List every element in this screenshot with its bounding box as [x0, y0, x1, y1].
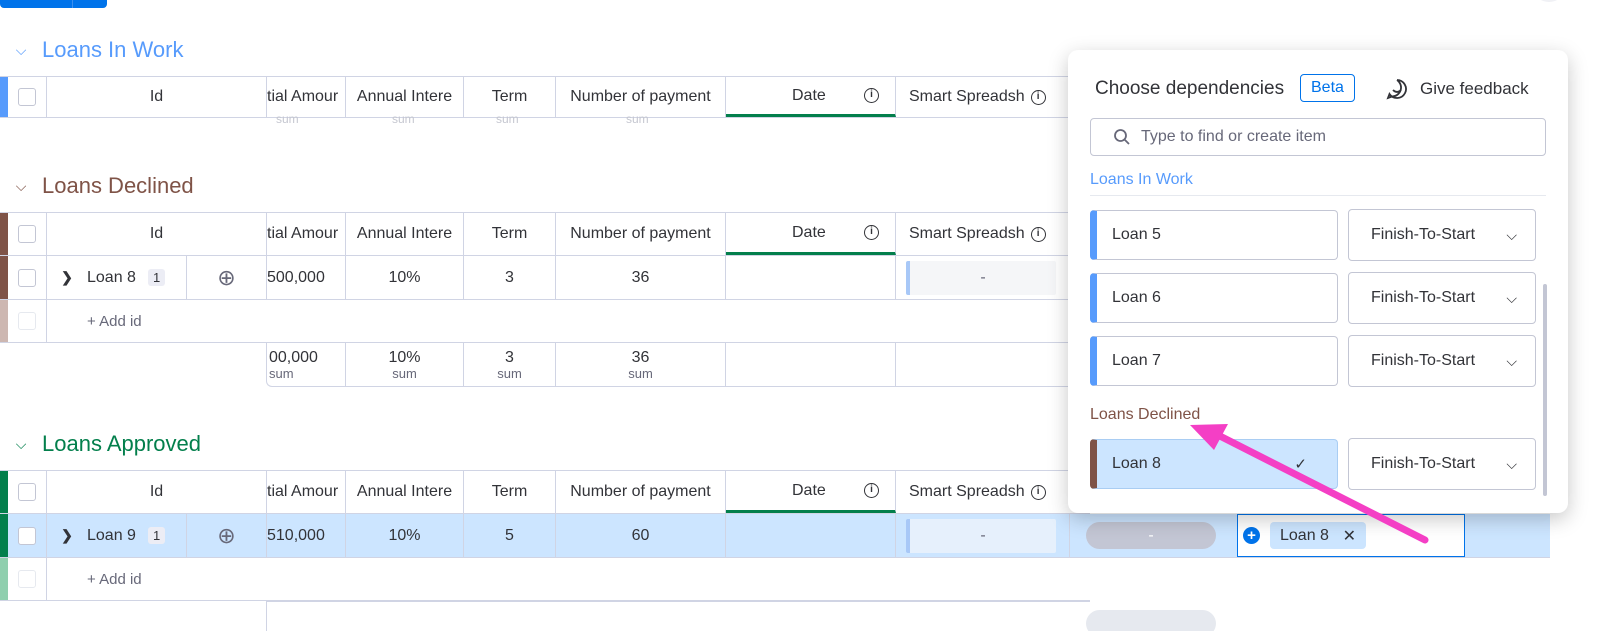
annotation-arrow — [1190, 424, 1429, 544]
annotation-arrow-shaft — [1208, 428, 1429, 544]
